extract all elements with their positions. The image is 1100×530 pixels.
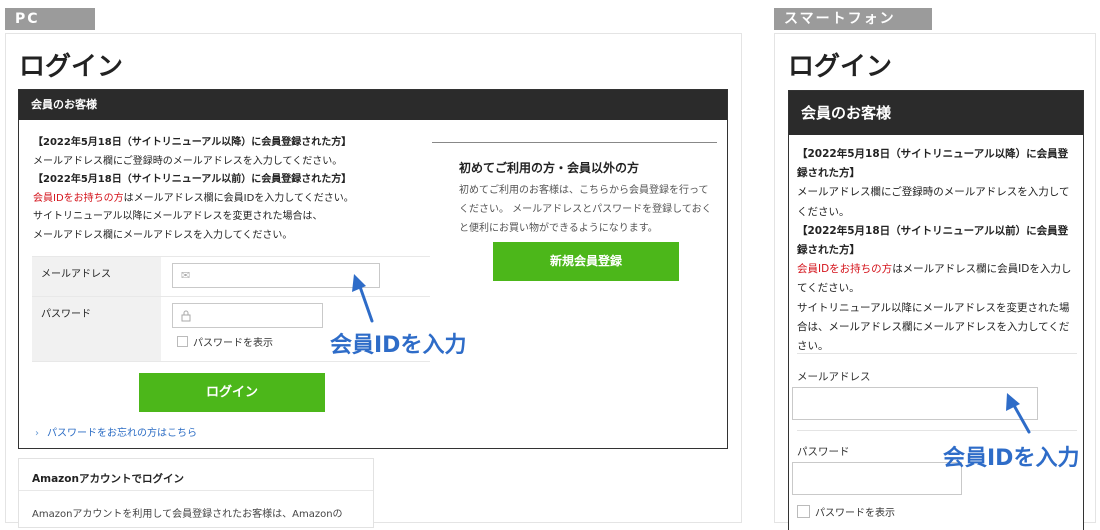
pc-tag: PC: [5, 8, 95, 30]
smartphone-tag: スマートフォン: [774, 8, 932, 30]
pc-frame: ログイン 会員のお客様 【2022年5月18日（サイトリニューアル以降）に会員登…: [5, 33, 742, 528]
annotation-text: 会員IDを入力: [330, 333, 467, 358]
sp-annotation-text: 会員IDを入力: [943, 446, 1080, 471]
annotation-arrow-icon: [352, 274, 374, 323]
smartphone-frame: ログイン 会員のお客様 【2022年5月18日（サイトリニューアル以降）に会員登…: [774, 33, 1096, 530]
